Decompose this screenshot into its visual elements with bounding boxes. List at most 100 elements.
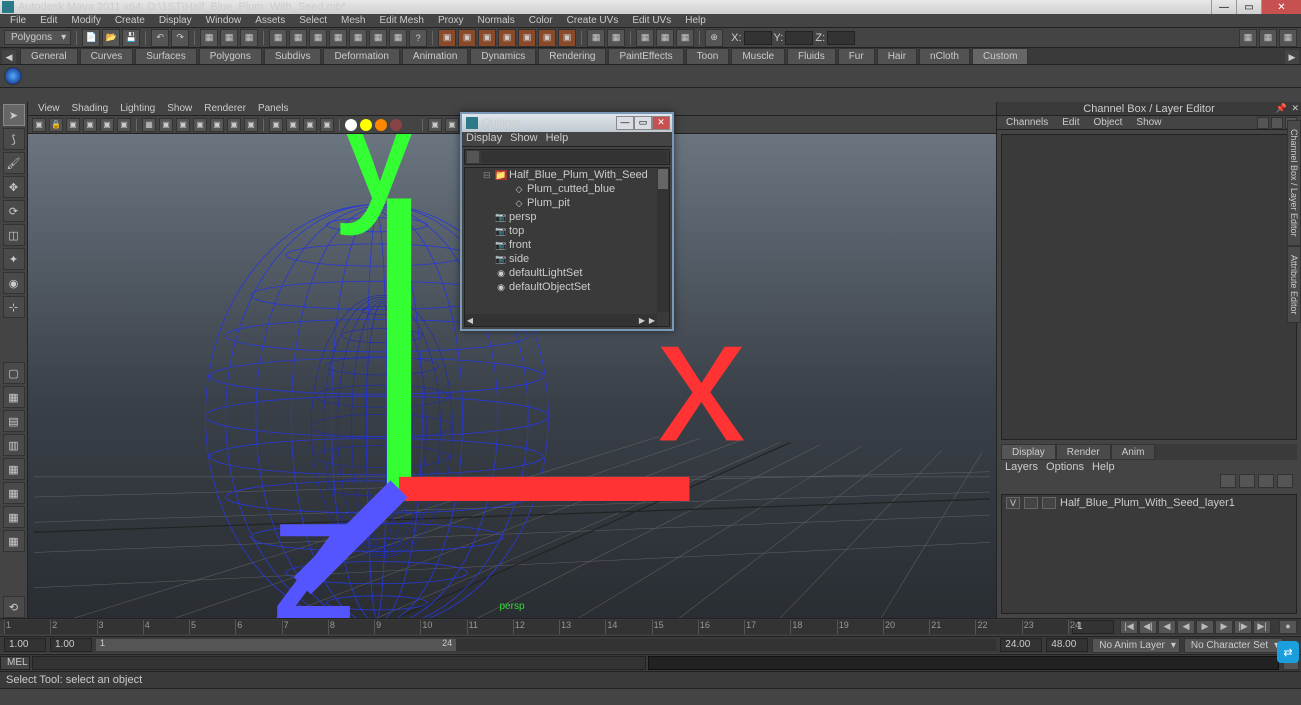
tab-ncloth[interactable]: nCloth [919,48,970,64]
scale-tool[interactable]: ◫ [3,224,25,246]
select-tool[interactable]: ➤ [3,104,25,126]
tab-fluids[interactable]: Fluids [787,48,836,64]
vp-wire-shaded[interactable]: ▣ [320,118,334,132]
goto-start-button[interactable]: |◀ [1120,620,1138,634]
menu-create-uvs[interactable]: Create UVs [561,15,625,26]
layout-outliner[interactable]: ▦ [3,482,25,504]
vp-grease[interactable]: ▣ [117,118,131,132]
time-slider[interactable]: 123456789101112131415161718192021222324 … [0,618,1301,635]
rotate-tool[interactable]: ⟳ [3,200,25,222]
layer-tab-display[interactable]: Display [1001,444,1056,460]
tab-subdivs[interactable]: Subdivs [264,48,322,64]
lasso-tool[interactable]: ⟆ [3,128,25,150]
chan-menu-edit[interactable]: Edit [1057,117,1084,128]
snap-plane-button[interactable]: ▦ [329,29,347,47]
module-selector-dropdown[interactable]: Polygons [4,30,71,45]
play-forward-button[interactable]: ▶ [1196,620,1214,634]
undo-button[interactable]: ↶ [151,29,169,47]
outliner-scrollbar-h[interactable]: ◀▶▶ [465,314,657,326]
outliner-menu-display[interactable]: Display [466,132,502,146]
shelf-scroll-right[interactable]: ▶ [1285,50,1299,64]
layout-single[interactable]: ▢ [3,362,25,384]
vp-textured[interactable]: ▣ [303,118,317,132]
tab-muscle[interactable]: Muscle [731,48,785,64]
anim-start-field[interactable]: 1.00 [4,638,46,652]
outliner-item[interactable]: ⊟📁Half_Blue_Plum_With_Seed [465,168,669,182]
show-manip-tool[interactable]: ⊹ [3,296,25,318]
anim-end-field[interactable]: 48.00 [1046,638,1088,652]
tool-settings-toggle[interactable]: ▦ [1259,29,1277,47]
layer-menu-help[interactable]: Help [1092,461,1115,473]
step-back-key-button[interactable]: ◀| [1139,620,1157,634]
layer-new-selected-icon[interactable] [1277,474,1293,488]
auto-key-toggle[interactable]: ● [1279,620,1297,634]
shelf-record-icon[interactable] [4,67,22,85]
layout-two-h[interactable]: ▤ [3,410,25,432]
hypershade-button[interactable]: ▣ [538,29,556,47]
menu-normals[interactable]: Normals [472,15,521,26]
menu-edit-mesh[interactable]: Edit Mesh [373,15,429,26]
outliner-close-button[interactable]: ✕ [652,116,670,130]
chan-menu-show[interactable]: Show [1131,117,1166,128]
outliner-search-input[interactable] [481,151,667,163]
construction-history-button[interactable]: ▦ [587,29,605,47]
outliner-item[interactable]: 📷top [465,224,669,238]
vp-wireframe[interactable]: ▣ [269,118,283,132]
side-tab-attribute-editor[interactable]: Attribute Editor [1287,246,1301,324]
tab-custom[interactable]: Custom [972,48,1028,64]
coord-x-input[interactable] [744,31,772,45]
snap-point-button[interactable]: ▦ [309,29,327,47]
menu-edit-uvs[interactable]: Edit UVs [626,15,677,26]
quick-select-button[interactable]: ▦ [656,29,674,47]
save-scene-button[interactable]: 💾 [122,29,140,47]
render-globals-button[interactable]: ▣ [498,29,516,47]
tab-polygons[interactable]: Polygons [199,48,262,64]
vp-safe-action[interactable]: ▣ [227,118,241,132]
vp-image-plane[interactable]: ▣ [83,118,97,132]
layout-four[interactable]: ▦ [3,386,25,408]
redo-button[interactable]: ↷ [171,29,189,47]
anim-layer-dropdown[interactable]: No Anim Layer [1092,638,1180,653]
range-track[interactable]: 1 24 [96,639,996,651]
layout-graph[interactable]: ▦ [3,506,25,528]
outliner-item[interactable]: 📷persp [465,210,669,224]
last-tool[interactable]: ⟲ [3,596,25,618]
menu-modify[interactable]: Modify [65,15,106,26]
menu-assets[interactable]: Assets [249,15,291,26]
layer-type-toggle[interactable] [1024,497,1038,509]
vp-2d-pan[interactable]: ▣ [100,118,114,132]
menu-mesh[interactable]: Mesh [335,15,371,26]
vp-res-gate[interactable]: ▣ [176,118,190,132]
vp-select-camera[interactable]: ▣ [32,118,46,132]
outliner-item[interactable]: ◇Plum_cutted_blue [465,182,669,196]
panel-close-icon[interactable]: ✕ [1291,103,1299,114]
outliner-minimize-button[interactable]: — [616,116,634,130]
channel-box-toggle[interactable]: ▦ [1279,29,1297,47]
layout-hypershade[interactable]: ▦ [3,530,25,552]
coord-y-input[interactable] [785,31,813,45]
menu-file[interactable]: File [4,15,32,26]
outliner-item[interactable]: 📷side [465,252,669,266]
batch-render-button[interactable]: ▣ [558,29,576,47]
vp-grid-toggle[interactable]: ▦ [142,118,156,132]
window-maximize-button[interactable]: ▭ [1236,0,1261,14]
vp-safe-title[interactable]: ▣ [244,118,258,132]
outliner-item[interactable]: ◉defaultObjectSet [465,280,669,294]
layer-visibility-toggle[interactable]: V [1006,497,1020,509]
step-forward-button[interactable]: ▶ [1215,620,1233,634]
render-frame-button[interactable]: ▣ [438,29,456,47]
vp-shaded[interactable]: ▣ [286,118,300,132]
tab-hair[interactable]: Hair [877,48,917,64]
menu-select[interactable]: Select [293,15,333,26]
open-scene-button[interactable]: 📂 [102,29,120,47]
side-tab-channel-box[interactable]: Channel Box / Layer Editor [1287,120,1301,246]
outliner-item[interactable]: ◉defaultLightSet [465,266,669,280]
vp-light-default[interactable] [345,119,357,131]
vp-menu-panels[interactable]: Panels [252,103,295,114]
snap-curve-button[interactable]: ▦ [289,29,307,47]
window-minimize-button[interactable]: — [1211,0,1236,14]
vp-menu-show[interactable]: Show [161,103,198,114]
outliner-titlebar[interactable]: Outliner — ▭ ✕ [462,114,672,132]
panel-pin-icon[interactable]: 📌 [1276,103,1287,114]
ipr-render-button[interactable]: ▣ [458,29,476,47]
